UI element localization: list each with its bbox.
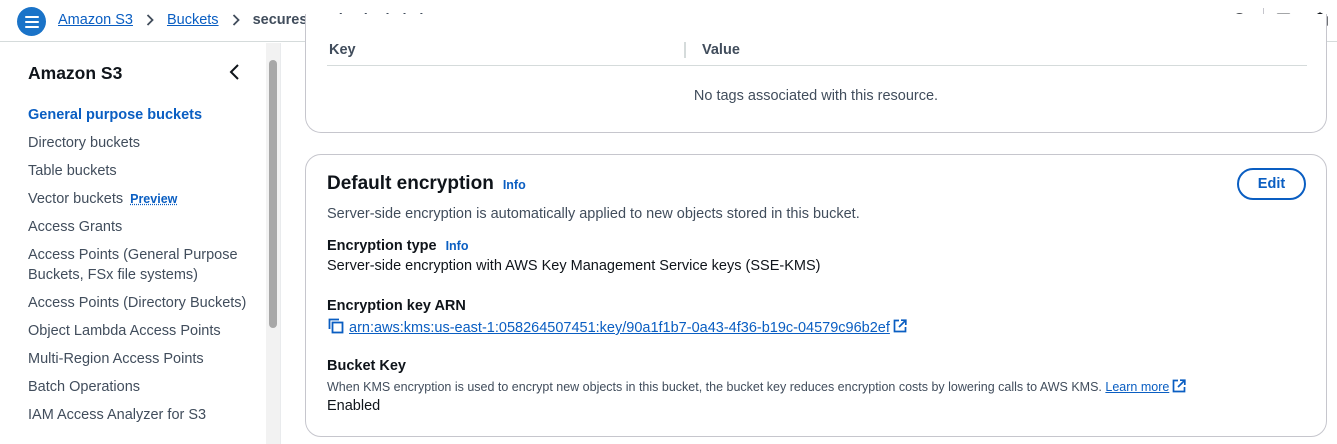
sidebar-item-object-lambda-access-points[interactable]: Object Lambda Access Points xyxy=(28,321,258,341)
tags-empty-message: No tags associated with this resource. xyxy=(693,88,939,104)
bucket-key-label: Bucket Key xyxy=(327,358,406,374)
encryption-type-label: Encryption type Info xyxy=(327,238,469,254)
hamburger-icon xyxy=(24,15,39,28)
tags-panel: Key Value No tags associated with this r… xyxy=(305,14,1327,133)
chevron-right-icon xyxy=(146,14,154,26)
bucket-key-description-text: When KMS encryption is used to encrypt n… xyxy=(327,380,1102,394)
sidebar-item-table-buckets[interactable]: Table buckets xyxy=(28,161,258,181)
sidebar-item-general-purpose-buckets[interactable]: General purpose buckets xyxy=(28,105,258,125)
encryption-type-label-text: Encryption type xyxy=(327,238,437,254)
divider xyxy=(280,43,281,444)
bucket-key-description: When KMS encryption is used to encrypt n… xyxy=(327,379,1186,396)
info-link[interactable]: Info xyxy=(446,239,469,253)
edit-button[interactable]: Edit xyxy=(1237,168,1306,200)
sidebar-item-iam-access-analyzer[interactable]: IAM Access Analyzer for S3 xyxy=(28,405,258,425)
bucket-key-value: Enabled xyxy=(327,398,381,414)
sidebar-item-multi-region-access-points[interactable]: Multi-Region Access Points xyxy=(28,349,258,369)
breadcrumb-buckets[interactable]: Buckets xyxy=(167,12,219,28)
preview-badge[interactable]: Preview xyxy=(130,192,177,206)
copy-icon[interactable] xyxy=(327,317,345,339)
sidebar-item-access-points-general[interactable]: Access Points (General Purpose Buckets, … xyxy=(28,245,258,285)
hamburger-menu-button[interactable] xyxy=(17,7,46,36)
panel-title-text: Default encryption xyxy=(327,173,494,194)
sidebar-title: Amazon S3 xyxy=(28,63,123,83)
panel-description: Server-side encryption is automatically … xyxy=(327,206,860,222)
sidebar-scrollbar-thumb[interactable] xyxy=(269,60,277,328)
external-link-icon[interactable] xyxy=(1172,379,1186,396)
sidebar-nav: General purpose buckets Directory bucket… xyxy=(28,105,258,433)
chevron-right-icon xyxy=(232,14,240,26)
sidebar-item-batch-operations[interactable]: Batch Operations xyxy=(28,377,258,397)
sidebar-item-directory-buckets[interactable]: Directory buckets xyxy=(28,133,258,153)
sidebar-item-access-grants[interactable]: Access Grants xyxy=(28,217,258,237)
learn-more-link[interactable]: Learn more xyxy=(1105,380,1169,394)
column-resizer[interactable] xyxy=(684,42,686,58)
sidebar: Amazon S3 General purpose buckets Direct… xyxy=(0,43,266,444)
sidebar-item-vector-buckets[interactable]: Vector buckets Preview xyxy=(28,189,258,209)
panel-title: Default encryption Info xyxy=(327,173,526,195)
encryption-type-value: Server-side encryption with AWS Key Mana… xyxy=(327,258,821,274)
collapse-sidebar-button[interactable] xyxy=(227,63,243,81)
breadcrumb-amazon-s3[interactable]: Amazon S3 xyxy=(58,12,133,28)
column-header-key: Key xyxy=(329,42,356,58)
sidebar-item-label: Vector buckets xyxy=(28,191,124,207)
encryption-key-arn-link[interactable]: arn:aws:kms:us-east-1:058264507451:key/9… xyxy=(349,320,890,336)
encryption-key-arn-label: Encryption key ARN xyxy=(327,298,466,314)
encryption-key-arn-row: arn:aws:kms:us-east-1:058264507451:key/9… xyxy=(327,317,907,339)
sidebar-item-access-points-directory[interactable]: Access Points (Directory Buckets) xyxy=(28,293,258,313)
info-link[interactable]: Info xyxy=(503,178,526,192)
tags-table-header: Key Value xyxy=(327,41,1307,66)
external-link-icon[interactable] xyxy=(893,319,907,337)
column-header-value: Value xyxy=(702,42,740,58)
default-encryption-panel: Default encryption Info Edit Server-side … xyxy=(305,154,1327,437)
chevron-left-icon xyxy=(229,64,239,80)
